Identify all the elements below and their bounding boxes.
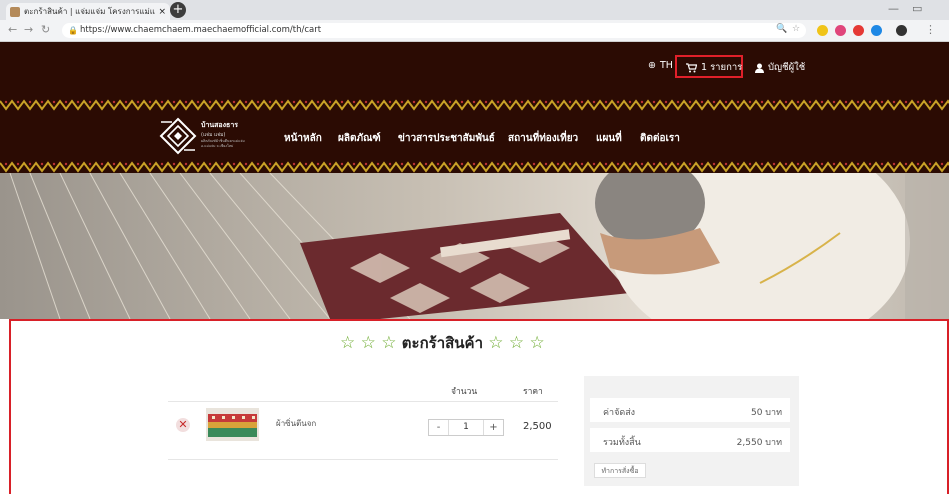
column-header-price: ราคา — [523, 387, 543, 397]
account-label: บัญชีผู้ใช้ — [768, 62, 806, 73]
reload-icon[interactable]: ↻ — [41, 23, 50, 36]
forward-arrow-icon[interactable]: → — [24, 23, 33, 36]
logo-sub: (แจ่ม แจ่ม) — [201, 132, 226, 138]
browser-menu-icon[interactable]: ⋮ — [925, 23, 936, 36]
total-row: รวมทั้งสิ้น 2,550 บาท — [590, 428, 790, 452]
lock-icon: 🔒 — [68, 26, 78, 35]
browser-tab[interactable]: ตะกร้าสินค้า | แจ่มแจ่ม โครงการแม่แจ่ม × — [6, 3, 170, 20]
minimize-window-icon[interactable]: — — [888, 2, 899, 15]
browser-tab-strip: ตะกร้าสินค้า | แจ่มแจ่ม โครงการแม่แจ่ม ×… — [0, 0, 949, 20]
back-arrow-icon[interactable]: ← — [8, 23, 17, 36]
language-label: TH — [659, 60, 673, 71]
table-divider — [168, 459, 558, 460]
main-navigation: บ้านสองธาร (แจ่ม แจ่ม) ผลิตภัณฑ์ผ้าซิ่นต… — [0, 111, 949, 159]
maximize-window-icon[interactable]: ▭ — [912, 2, 922, 15]
table-divider — [168, 401, 558, 402]
cart-title-text: ตะกร้าสินค้า — [401, 334, 483, 352]
total-value: 2,550 บาท — [736, 438, 782, 448]
site-top-bar: ⊕ TH 1 รายการ บัญชีผู้ใช้ — [0, 42, 949, 97]
profile-icon[interactable] — [896, 25, 907, 36]
product-thumbnail[interactable] — [206, 408, 259, 441]
star-icon: ☆ ☆ ☆ — [488, 333, 545, 353]
bookmark-star-icon[interactable]: ☆ — [792, 24, 800, 34]
close-tab-icon[interactable]: × — [158, 7, 166, 17]
nav-item-home[interactable]: หน้าหลัก — [284, 131, 322, 146]
increase-quantity-button[interactable]: + — [483, 420, 503, 435]
nav-item-contact[interactable]: ติดต่อเรา — [640, 131, 680, 146]
nav-item-products[interactable]: ผลิตภัณฑ์ — [338, 131, 381, 146]
site-logo[interactable]: บ้านสองธาร (แจ่ม แจ่ม) ผลิตภัณฑ์ผ้าซิ่นต… — [158, 116, 258, 156]
cart-count-label: 1 รายการ — [701, 62, 743, 73]
star-icon: ☆ ☆ ☆ — [340, 333, 397, 353]
logo-name: บ้านสองธาร — [201, 121, 239, 129]
nav-item-map[interactable]: แผนที่ — [596, 131, 622, 146]
url-text: https://www.chaemchaem.maechaemofficial.… — [80, 25, 322, 35]
decorative-pattern-bottom — [0, 159, 949, 173]
total-label: รวมทั้งสิ้น — [603, 438, 641, 448]
logo-diamond-icon — [159, 117, 197, 155]
url-input[interactable]: 🔒 https://www.chaemchaem.maechaemofficia… — [62, 23, 806, 38]
extension-icon-1[interactable] — [817, 25, 828, 36]
extension-icon-3[interactable] — [853, 25, 864, 36]
product-name[interactable]: ผ้าซิ่นตีนจก — [276, 417, 316, 430]
checkout-button[interactable]: ทำการสั่งซื้อ — [594, 463, 646, 478]
extension-icon-2[interactable] — [835, 25, 846, 36]
remove-item-icon[interactable]: ✕ — [176, 418, 190, 432]
shipping-value: 50 บาท — [750, 408, 782, 418]
language-switcher[interactable]: ⊕ TH — [648, 60, 673, 71]
nav-item-news[interactable]: ข่าวสารประชาสัมพันธ์ — [398, 131, 495, 146]
logo-tagline-2: อ.แม่แจ่ม จ.เชียงใหม่ — [201, 144, 234, 148]
quantity-input[interactable]: 1 — [449, 420, 483, 435]
extension-icon-4[interactable] — [871, 25, 882, 36]
cart-link[interactable]: 1 รายการ — [686, 60, 742, 75]
quantity-stepper: - 1 + — [428, 419, 504, 436]
decrease-quantity-button[interactable]: - — [429, 420, 449, 435]
zoom-icon[interactable]: 🔍 — [776, 24, 787, 34]
hero-banner-image — [0, 173, 949, 319]
shipping-label: ค่าจัดส่ง — [603, 408, 636, 418]
address-bar-row: ← → ↻ 🔒 https://www.chaemchaem.maechaemo… — [0, 20, 949, 42]
globe-icon: ⊕ — [648, 60, 656, 71]
cart-title: ☆ ☆ ☆ ตะกร้าสินค้า ☆ ☆ ☆ — [340, 331, 545, 355]
tab-title: ตะกร้าสินค้า | แจ่มแจ่ม โครงการแม่แจ่ม — [24, 7, 156, 16]
item-price: 2,500 — [523, 421, 552, 432]
decorative-pattern-top — [0, 97, 949, 111]
cart-icon — [686, 62, 697, 72]
site-favicon-icon — [10, 6, 20, 17]
new-tab-button[interactable]: + — [170, 2, 186, 18]
shipping-row: ค่าจัดส่ง 50 บาท — [590, 398, 790, 422]
account-link[interactable]: บัญชีผู้ใช้ — [755, 60, 805, 75]
nav-item-attractions[interactable]: สถานที่ท่องเที่ยว — [508, 131, 578, 146]
column-header-quantity: จำนวน — [451, 387, 478, 397]
user-icon — [755, 63, 764, 73]
